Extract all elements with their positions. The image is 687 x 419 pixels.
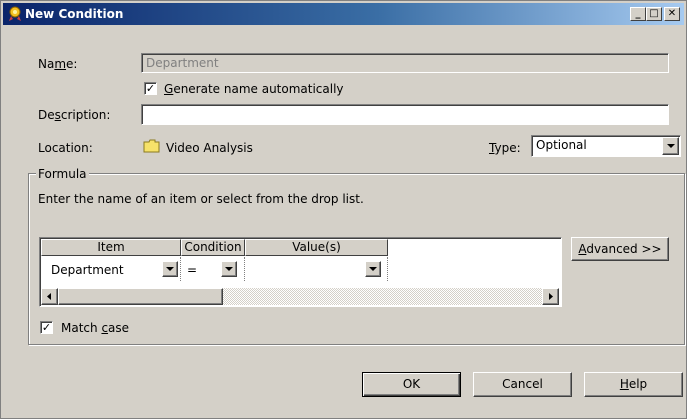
location-label: Location: <box>38 141 93 155</box>
column-header-values[interactable]: Value(s) <box>245 239 388 256</box>
scroll-right-arrow-icon[interactable] <box>542 288 559 305</box>
match-case-checkbox[interactable]: ✓ <box>40 321 53 334</box>
values-dropdown-arrow-icon[interactable] <box>365 261 381 277</box>
title-bar[interactable]: New Condition _ □ ✕ <box>3 3 684 25</box>
window-title: New Condition <box>25 7 124 21</box>
name-label: Name: <box>38 57 78 71</box>
folder-icon <box>143 139 160 153</box>
minimize-button[interactable]: _ <box>630 7 646 21</box>
close-button[interactable]: ✕ <box>664 7 680 21</box>
name-field[interactable]: Department <box>141 53 669 73</box>
item-dropdown-arrow-icon[interactable] <box>162 261 178 277</box>
new-condition-dialog: New Condition _ □ ✕ Name: Department ✓ G… <box>0 0 687 419</box>
description-field[interactable] <box>141 104 669 125</box>
condition-cell-value: = <box>187 263 198 277</box>
match-case-label[interactable]: Match case <box>61 321 129 335</box>
maximize-button[interactable]: □ <box>646 7 662 21</box>
formula-legend: Formula <box>36 167 89 181</box>
grid-horizontal-scrollbar[interactable] <box>41 288 559 305</box>
scroll-thumb[interactable] <box>58 288 223 305</box>
help-button[interactable]: Help <box>584 372 683 397</box>
cancel-button[interactable]: Cancel <box>473 372 572 397</box>
generate-name-label[interactable]: Generate name automatically <box>164 82 344 96</box>
condition-dropdown-arrow-icon[interactable] <box>221 261 237 277</box>
item-cell-value: Department <box>51 263 124 277</box>
type-label: Type: <box>489 141 521 155</box>
description-label: Description: <box>38 108 111 122</box>
type-dropdown-arrow-icon[interactable] <box>662 137 679 155</box>
column-header-item[interactable]: Item <box>41 239 181 256</box>
type-select[interactable]: Optional <box>531 135 681 157</box>
formula-grid: Item Condition Value(s) Department = <box>39 237 562 307</box>
scroll-left-arrow-icon[interactable] <box>41 288 58 305</box>
column-header-condition[interactable]: Condition <box>181 239 245 256</box>
type-select-value: Optional <box>536 138 587 152</box>
condition-cell[interactable]: = <box>181 257 245 281</box>
ok-button[interactable]: OK <box>362 372 461 397</box>
location-value: Video Analysis <box>166 141 253 155</box>
values-cell[interactable] <box>245 257 388 281</box>
item-cell[interactable]: Department <box>41 257 181 281</box>
advanced-button[interactable]: Advanced >> <box>571 237 669 261</box>
generate-name-checkbox[interactable]: ✓ <box>144 82 157 95</box>
condition-icon <box>9 6 21 21</box>
formula-instructions: Enter the name of an item or select from… <box>38 192 364 206</box>
